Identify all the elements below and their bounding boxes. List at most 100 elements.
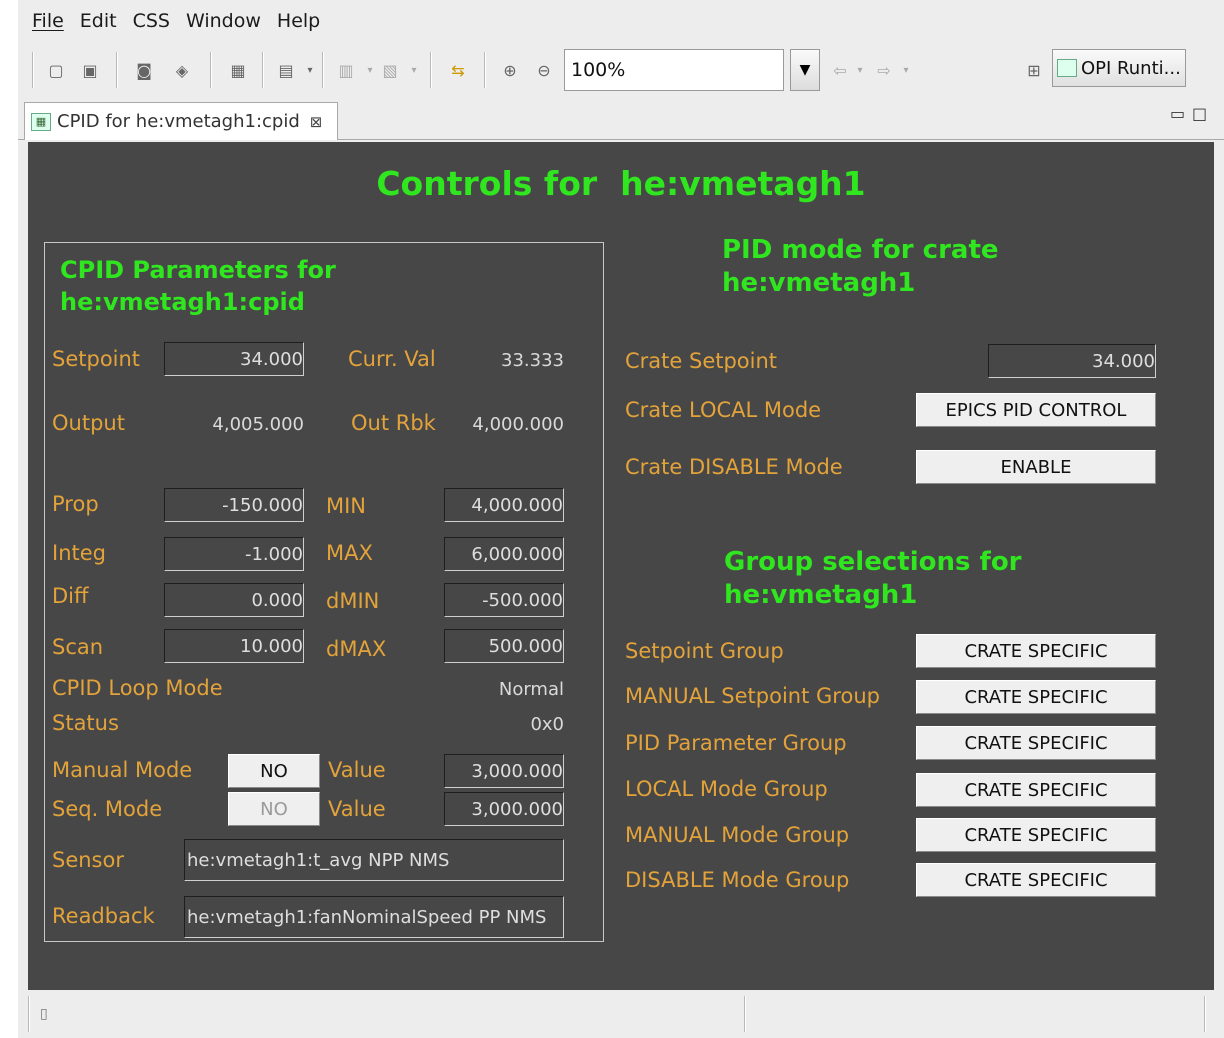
seq-value-label: Value xyxy=(328,797,386,821)
tab-cpid[interactable]: ▦ CPID for he:vmetagh1:cpid ⊠ xyxy=(24,102,338,140)
pid-parameter-group-button[interactable]: CRATE SPECIFIC xyxy=(916,726,1156,760)
maximize-icon[interactable]: □ xyxy=(1192,104,1207,123)
chevron-down-icon[interactable]: ▾ xyxy=(400,56,428,84)
seq-mode-button[interactable]: NO xyxy=(228,792,320,826)
opi-display-icon: ▦ xyxy=(31,112,51,131)
pid-mode-heading-line2: he:vmetagh1 xyxy=(722,268,916,298)
seq-value-input[interactable]: 3,000.000 xyxy=(444,792,564,826)
integ-input[interactable]: -1.000 xyxy=(164,537,304,571)
max-label: MAX xyxy=(326,541,373,565)
crate-setpoint-label: Crate Setpoint xyxy=(625,349,778,373)
crate-disable-mode-button[interactable]: ENABLE xyxy=(916,450,1156,484)
perspective-label: OPI Runti... xyxy=(1081,57,1181,79)
setpoint-label: Setpoint xyxy=(52,347,141,371)
prop-label: Prop xyxy=(52,492,99,516)
pid-mode-heading-line1: PID mode for crate xyxy=(722,235,999,265)
crate-setpoint-input[interactable]: 34.000 xyxy=(988,344,1156,378)
local-mode-group-button[interactable]: CRATE SPECIFIC xyxy=(916,773,1156,807)
scan-label: Scan xyxy=(52,635,104,659)
chevron-down-icon[interactable]: ▾ xyxy=(892,56,920,84)
status-separator xyxy=(1204,996,1206,1032)
close-icon[interactable]: ⊠ xyxy=(310,113,323,131)
status-separator xyxy=(28,996,30,1032)
manual-setpoint-group-button[interactable]: CRATE SPECIFIC xyxy=(916,680,1156,714)
menu-edit[interactable]: Edit xyxy=(72,10,125,32)
dmax-input[interactable]: 500.000 xyxy=(444,629,564,663)
readback-input[interactable]: he:vmetagh1:fanNominalSpeed PP NMS xyxy=(184,896,564,938)
manual-mode-label: Manual Mode xyxy=(52,758,193,782)
toolbar-separator xyxy=(32,52,34,88)
out-rbk-label: Out Rbk xyxy=(351,411,436,435)
minimize-icon[interactable]: ▭ xyxy=(1170,104,1185,123)
sensor-label: Sensor xyxy=(52,848,124,872)
crate-local-mode-button[interactable]: EPICS PID CONTROL xyxy=(916,393,1156,427)
zoom-input[interactable]: 100% xyxy=(564,49,784,91)
manual-mode-group-label: MANUAL Mode Group xyxy=(625,823,850,847)
min-label: MIN xyxy=(326,494,367,518)
disable-mode-group-button[interactable]: CRATE SPECIFIC xyxy=(916,863,1156,897)
cpid-heading-line2: he:vmetagh1:cpid xyxy=(60,288,305,316)
prop-input[interactable]: -150.000 xyxy=(164,488,304,522)
fast-view-icon[interactable]: ▯ xyxy=(40,1006,48,1022)
group-selections-heading-line1: Group selections for xyxy=(724,547,1022,577)
manual-value-label: Value xyxy=(328,758,386,782)
menu-bar: File Edit CSS Window Help xyxy=(18,4,1224,38)
curr-val-label: Curr. Val xyxy=(348,347,436,371)
zoom-out-icon[interactable]: ⊖ xyxy=(530,56,558,84)
save-icon[interactable]: ▣ xyxy=(76,56,104,84)
editor-tab-bar: ▦ CPID for he:vmetagh1:cpid ⊠ ▭ □ xyxy=(18,100,1224,140)
toolbar-separator xyxy=(116,52,118,88)
output-label: Output xyxy=(52,411,125,435)
sensor-input[interactable]: he:vmetagh1:t_avg NPP NMS xyxy=(184,839,564,881)
new-icon[interactable]: ▢ xyxy=(42,56,70,84)
cpid-heading-line1: CPID Parameters for xyxy=(60,256,336,284)
zoom-in-icon[interactable]: ⊕ xyxy=(496,56,524,84)
disable-mode-group-label: DISABLE Mode Group xyxy=(625,868,850,892)
pin-icon[interactable]: ◈ xyxy=(168,56,196,84)
status-separator xyxy=(744,996,746,1032)
refresh-icon[interactable]: ⇆ xyxy=(444,56,472,84)
chevron-down-icon[interactable]: ▾ xyxy=(296,56,324,84)
chart-icon[interactable]: ▦ xyxy=(224,56,252,84)
application-window: File Edit CSS Window Help ▢ ▣ ◙ ◈ ▦ ▤ ▾ … xyxy=(18,0,1224,1038)
menu-css[interactable]: CSS xyxy=(125,10,178,32)
diff-input[interactable]: 0.000 xyxy=(164,583,304,617)
pid-parameter-group-label: PID Parameter Group xyxy=(625,731,847,755)
min-input[interactable]: 4,000.000 xyxy=(444,488,564,522)
toolbar-separator xyxy=(262,52,264,88)
opi-runtime-icon xyxy=(1057,59,1077,77)
diff-label: Diff xyxy=(52,584,89,608)
display-title: Controls for he:vmetagh1 xyxy=(376,164,866,203)
group-selections-heading-line2: he:vmetagh1 xyxy=(724,580,918,610)
open-perspective-icon[interactable]: ⊞ xyxy=(1020,56,1048,84)
toolbar-separator xyxy=(322,52,324,88)
dmax-label: dMAX xyxy=(326,637,387,661)
tab-title: CPID for he:vmetagh1:cpid xyxy=(57,111,300,132)
setpoint-group-label: Setpoint Group xyxy=(625,639,784,663)
cpid-loop-mode-value: Normal xyxy=(498,679,564,700)
manual-setpoint-group-label: MANUAL Setpoint Group xyxy=(625,684,880,708)
manual-value-input[interactable]: 3,000.000 xyxy=(444,754,564,788)
local-mode-group-label: LOCAL Mode Group xyxy=(625,777,828,801)
seq-mode-label: Seq. Mode xyxy=(52,797,163,821)
crate-local-mode-label: Crate LOCAL Mode xyxy=(625,398,822,422)
zoom-dropdown-button[interactable]: ▼ xyxy=(790,49,820,91)
status-bar: ▯ xyxy=(18,992,1224,1038)
menu-file[interactable]: File xyxy=(18,10,72,32)
menu-window[interactable]: Window xyxy=(178,10,269,32)
max-input[interactable]: 6,000.000 xyxy=(444,537,564,571)
binoculars-icon[interactable]: ◙ xyxy=(130,56,158,84)
readback-label: Readback xyxy=(52,904,155,928)
manual-mode-button[interactable]: NO xyxy=(228,754,320,788)
manual-mode-group-button[interactable]: CRATE SPECIFIC xyxy=(916,818,1156,852)
dmin-input[interactable]: -500.000 xyxy=(444,583,564,617)
menu-help[interactable]: Help xyxy=(269,10,328,32)
curr-val-value: 33.333 xyxy=(501,350,564,371)
scan-input[interactable]: 10.000 xyxy=(164,629,304,663)
out-rbk-value: 4,000.000 xyxy=(472,414,564,435)
status-label: Status xyxy=(52,711,119,735)
setpoint-group-button[interactable]: CRATE SPECIFIC xyxy=(916,634,1156,668)
dmin-label: dMIN xyxy=(326,589,380,613)
perspective-button[interactable]: OPI Runti... xyxy=(1052,49,1186,87)
setpoint-input[interactable]: 34.000 xyxy=(164,342,304,376)
